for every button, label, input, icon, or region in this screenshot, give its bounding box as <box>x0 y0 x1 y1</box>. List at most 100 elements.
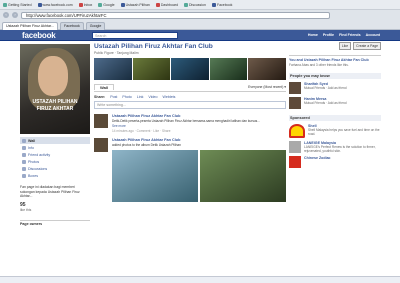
shell-logo-icon[interactable] <box>289 124 305 138</box>
bookmark[interactable]: Facebook <box>211 2 232 7</box>
wall-icon <box>22 138 26 143</box>
info-icon <box>22 145 26 150</box>
ad-image[interactable] <box>289 141 301 153</box>
nav-discussions[interactable]: Discussions <box>20 165 90 172</box>
search-input[interactable]: Search <box>92 32 178 39</box>
friends-like-line[interactable]: Farhana Abas and 3 other friends like th… <box>289 63 381 67</box>
profile-picture[interactable]: USTAZAH PILIHAN FIRUZ AKHTAR <box>20 44 90 134</box>
audience-filter[interactable]: Everyone (Most recent) ▾ <box>248 85 286 89</box>
page-description: Fan page ini diadakan bagi memberi sokon… <box>20 185 80 198</box>
discussions-icon <box>22 166 26 171</box>
post-photo[interactable] <box>112 150 198 203</box>
facebook-icon <box>120 2 125 7</box>
address-bar: ‹ › http://www.facebook.com/UPFiruzAkhta… <box>0 10 400 20</box>
suggestion-item: Hanim Mersa Mutual Friends · Add as frie… <box>289 97 381 109</box>
like-count-label[interactable]: like this <box>20 208 90 212</box>
facebook-icon <box>37 2 42 7</box>
left-column: USTAZAH PILIHAN FIRUZ AKHTAR Wall Info F… <box>20 44 90 226</box>
share-photo[interactable]: Photo <box>122 95 131 99</box>
photo-thumbnail[interactable] <box>132 58 171 80</box>
page-subtitle: Public Figure · Tanjung Malim <box>94 51 139 55</box>
nav-photos[interactable]: Photos <box>20 158 90 165</box>
post-meta[interactable]: 14 minutes ago · Comment · Like · Share <box>112 129 286 133</box>
photo-thumbnail[interactable] <box>209 58 248 80</box>
status-composer[interactable]: Write something... <box>94 101 286 109</box>
bookmark[interactable]: Google <box>98 2 115 7</box>
tab-strip: Ustazah Pilihan Firuz Akhtar... Facebook… <box>0 20 400 30</box>
page-nav: Wall Info Friend activity Photos Discuss… <box>20 137 90 179</box>
avatar[interactable] <box>94 138 108 153</box>
nav-boxes[interactable]: Boxes <box>20 172 90 179</box>
nav-friend-activity[interactable]: Friend activity <box>20 151 90 158</box>
nav-account[interactable]: Account <box>366 33 380 37</box>
google-icon <box>98 2 103 7</box>
like-button[interactable]: Like <box>338 42 352 50</box>
post-author[interactable]: Ustazah Pilihan Firuz Akhtar Fan Club <box>112 138 286 142</box>
suggestion-item: Sharifah Syed Mutual Friends · Add as fr… <box>289 82 381 94</box>
facebook-logo[interactable]: facebook <box>22 31 56 40</box>
people-you-may-know-heading: People you may know <box>289 73 381 79</box>
page-title: Ustazah Pilihan Firuz Akhtar Fan Club <box>94 43 213 50</box>
create-page-button[interactable]: Create a Page <box>353 42 381 50</box>
tab-wall[interactable]: Wall <box>94 84 115 90</box>
suggestion-sub[interactable]: Mutual Friends · Add as friend <box>304 101 347 105</box>
avatar[interactable] <box>94 114 108 128</box>
tab[interactable]: Google <box>85 22 106 30</box>
see-more-link[interactable]: See more <box>112 124 286 128</box>
share-link[interactable]: Link <box>137 95 144 99</box>
share-bar: Share: Post Photo Link Video Weblets <box>94 95 286 99</box>
bookmark-icon <box>3 2 7 7</box>
bookmark-icon <box>184 2 189 7</box>
photo-thumbnail[interactable] <box>248 58 286 80</box>
avatar[interactable] <box>289 97 301 109</box>
nav-wall[interactable]: Wall <box>20 137 90 144</box>
url-input[interactable]: http://www.facebook.com/UPFiruzAkhtarFC <box>21 11 330 19</box>
share-post[interactable]: Post <box>110 95 117 99</box>
photo-thumbnail[interactable] <box>94 58 132 80</box>
bookmark[interactable]: www.facebook.com <box>37 2 73 7</box>
forward-icon[interactable]: › <box>12 12 18 18</box>
right-column: Like Create a Page You and Ustazah Pilih… <box>289 40 381 168</box>
ad-title[interactable]: Chinese Zodiac <box>304 156 331 160</box>
post-photo[interactable] <box>200 150 286 203</box>
bookmark[interactable]: Ustazah Pilihan <box>120 2 150 7</box>
wall-post: Ustazah Pilihan Firuz Akhtar Fan Club De… <box>94 114 286 133</box>
bookmark[interactable]: Inbox <box>78 2 92 7</box>
post-body: Ustazah Pilihan Firuz Akhtar Fan Club De… <box>112 114 286 133</box>
bookmark[interactable]: Discussion <box>184 2 206 7</box>
back-icon[interactable]: ‹ <box>3 12 9 18</box>
mail-icon <box>78 2 83 7</box>
ad-image[interactable] <box>289 156 301 168</box>
share-weblets[interactable]: Weblets <box>163 95 176 99</box>
sponsored-heading: Sponsored <box>289 115 381 121</box>
bookmark[interactable]: Dashboard <box>155 2 178 7</box>
fan-status[interactable]: You and Ustazah Pilihan Firuz Akhtar Fan… <box>289 55 381 62</box>
chat-bar <box>0 276 400 283</box>
photos-icon <box>22 159 26 164</box>
nav-info[interactable]: Info <box>20 144 90 151</box>
photo-strip <box>94 58 286 80</box>
suggestion-sub[interactable]: Mutual Friends · Add as friend <box>304 86 347 90</box>
friends-icon <box>22 152 26 157</box>
share-label: Share: <box>94 95 106 99</box>
avatar[interactable] <box>289 82 301 94</box>
photo-thumbnail[interactable] <box>171 58 209 80</box>
bookmarks-bar: Getting Started www.facebook.com Inbox G… <box>0 0 400 10</box>
main-column: Ustazah Pilihan Firuz Akhtar Fan Club Pu… <box>94 40 286 203</box>
bookmark[interactable]: Getting Started <box>3 2 32 7</box>
top-nav: Home Profile Find Friends Account <box>308 33 380 37</box>
tab-active[interactable]: Ustazah Pilihan Firuz Akhtar... <box>2 22 58 30</box>
nav-profile[interactable]: Profile <box>323 33 334 37</box>
nav-find-friends[interactable]: Find Friends <box>339 33 361 37</box>
boxes-icon <box>22 173 26 178</box>
share-video[interactable]: Video <box>148 95 157 99</box>
profile-photo-face <box>38 56 68 96</box>
facebook-icon <box>211 2 216 7</box>
nav-home[interactable]: Home <box>308 33 318 37</box>
profile-caption: USTAZAH PILIHAN FIRUZ AKHTAR <box>32 99 78 112</box>
post-author[interactable]: Ustazah Pilihan Firuz Akhtar Fan Club <box>112 114 286 118</box>
wall-post: Ustazah Pilihan Firuz Akhtar Fan Club ad… <box>94 138 286 203</box>
ad-text: LANEIGE's Perfect Renew is the solution … <box>304 145 376 153</box>
browser-chrome: Getting Started www.facebook.com Inbox G… <box>0 0 400 30</box>
tab[interactable]: Facebook <box>59 22 84 30</box>
